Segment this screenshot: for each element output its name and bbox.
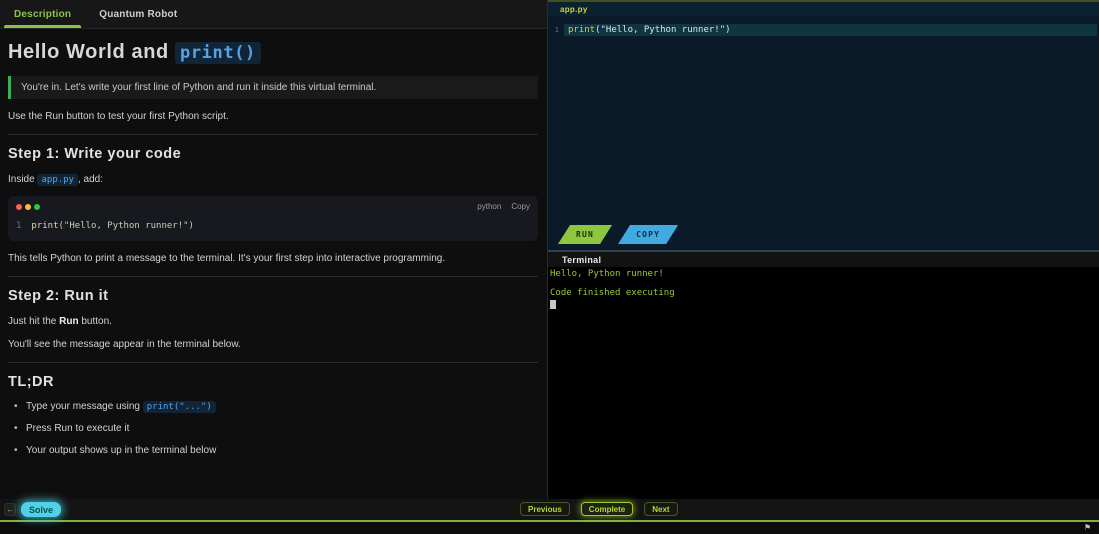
code-language-label: python [477, 202, 501, 211]
divider [8, 134, 538, 135]
workspace-panel: app.py 1 print("Hello, Python runner!") … [548, 0, 1099, 499]
tldr-item-2: Press Run to execute it [14, 423, 538, 434]
print-inline-code: print("...") [143, 401, 216, 413]
complete-button[interactable]: Complete [581, 502, 633, 516]
editor-line-1[interactable]: 1 print("Hello, Python runner!") [548, 24, 1099, 36]
run-bold-text: Run [59, 316, 78, 327]
main-split: Description Quantum Robot Hello World an… [0, 0, 1099, 499]
copy-button[interactable]: COPY [618, 225, 678, 244]
terminal-line: Code finished executing [550, 289, 1099, 299]
intro-callout: You're in. Let's write your first line o… [8, 76, 538, 99]
step1-heading: Step 1: Write your code [8, 146, 538, 162]
step2-line1-suffix: button. [79, 316, 112, 327]
lesson-panel: Description Quantum Robot Hello World an… [0, 0, 548, 499]
code-rest: ("Hello, Python runner!") [59, 221, 194, 231]
lesson-nav: Previous Complete Next [520, 502, 678, 516]
tldr-item-1: Type your message using print("...") [14, 401, 538, 412]
window-dots-icon [16, 204, 40, 210]
lesson-content: Hello World and print() You're in. Let's… [0, 29, 547, 499]
code-snippet-header: python Copy [8, 196, 538, 215]
terminal-line: Hello, Python runner! [550, 270, 1099, 280]
step1-instruction: Inside app.py, add: [8, 173, 538, 187]
red-dot-icon [16, 204, 22, 210]
status-strip: ⚑ [0, 522, 1099, 534]
app-py-inline-code: app.py [37, 174, 78, 186]
divider [8, 362, 538, 363]
tldr-heading: TL;DR [8, 374, 538, 390]
divider [8, 276, 538, 277]
step1-explanation: This tells Python to print a message to … [8, 252, 538, 266]
copy-code-button[interactable]: Copy [511, 202, 530, 211]
intro-paragraph: Use the Run button to test your first Py… [8, 110, 538, 124]
editor-tabbar: app.py [548, 2, 1099, 16]
editor-keyword: print [568, 25, 595, 35]
editor-actions: RUN COPY [558, 225, 678, 244]
step2-line2: You'll see the message appear in the ter… [8, 338, 538, 352]
terminal-cursor [550, 300, 556, 309]
previous-button[interactable]: Previous [520, 502, 570, 516]
step2-line1: Just hit the Run button. [8, 315, 538, 329]
tldr-item-3: Your output shows up in the terminal bel… [14, 445, 538, 456]
tldr-list: Type your message using print("...") Pre… [14, 401, 538, 456]
solve-button[interactable]: Solve [21, 502, 61, 517]
editor-active-line[interactable]: print("Hello, Python runner!") [564, 24, 1097, 36]
tab-quantum-robot[interactable]: Quantum Robot [85, 0, 191, 28]
terminal-output[interactable]: Hello, Python runner! Code finished exec… [548, 267, 1099, 499]
terminal-title: Terminal [562, 255, 601, 265]
page-title-text: Hello World and [8, 41, 175, 63]
editor-line-number: 1 [548, 26, 564, 34]
run-button[interactable]: RUN [558, 225, 612, 244]
code-editor[interactable]: 1 print("Hello, Python runner!") RUN COP… [548, 16, 1099, 250]
tab-app-py[interactable]: app.py [560, 5, 588, 14]
green-dot-icon [34, 204, 40, 210]
code-snippet-body: 1 print("Hello, Python runner!") [8, 215, 538, 241]
line-number: 1 [16, 221, 21, 231]
yellow-dot-icon [25, 204, 31, 210]
step1-instruction-suffix: , add: [78, 174, 103, 185]
terminal-header: Terminal [548, 252, 1099, 267]
terminal-cursor-line [550, 299, 1099, 313]
step2-line1-prefix: Just hit the [8, 316, 59, 327]
tldr-item-1-text: Type your message using [26, 401, 143, 412]
next-button[interactable]: Next [644, 502, 677, 516]
flag-icon[interactable]: ⚑ [1084, 524, 1091, 532]
code-snippet-block: python Copy 1 print("Hello, Python runner… [8, 196, 538, 241]
page-title: Hello World and print() [8, 41, 538, 64]
back-arrow-icon: ← [6, 505, 14, 514]
back-button[interactable]: ← [4, 503, 16, 516]
lesson-tabbar: Description Quantum Robot [0, 0, 547, 29]
step2-heading: Step 2: Run it [8, 288, 538, 304]
code-keyword: print [31, 221, 58, 231]
tab-description[interactable]: Description [0, 0, 85, 28]
step1-instruction-prefix: Inside [8, 174, 37, 185]
app-window: Description Quantum Robot Hello World an… [0, 0, 1099, 534]
terminal-section: Terminal Hello, Python runner! Code fini… [548, 250, 1099, 499]
editor-code-rest: ("Hello, Python runner!") [595, 25, 730, 35]
bottom-toolbar: ← Solve Previous Complete Next [0, 499, 1099, 522]
page-title-code: print() [175, 42, 261, 64]
